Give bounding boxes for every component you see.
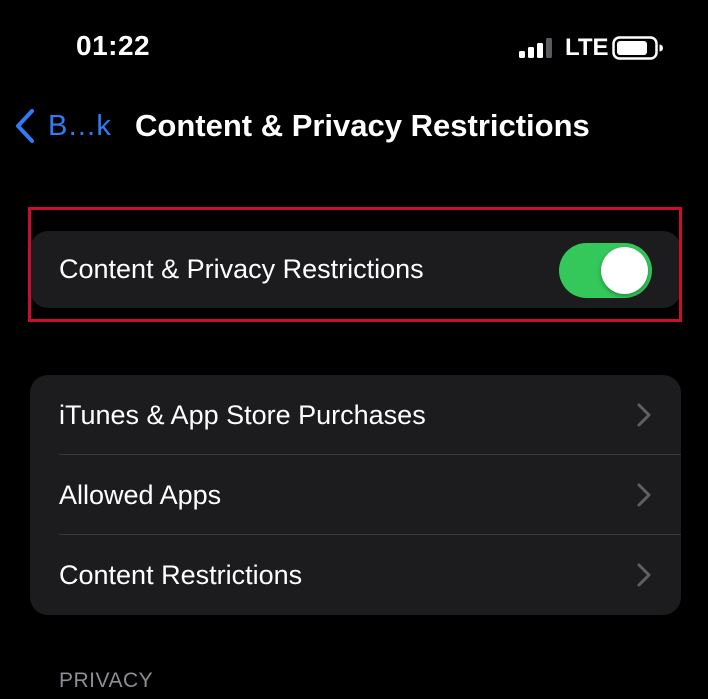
navigation-bar: B…k Content & Privacy Restrictions xyxy=(0,96,708,156)
back-button-label: B…k xyxy=(48,109,111,142)
chevron-right-icon xyxy=(637,403,651,427)
status-time: 01:22 xyxy=(76,30,151,61)
chevron-right-icon xyxy=(637,483,651,507)
cellular-signal-icon xyxy=(519,38,552,58)
list-item-itunes-app-store-purchases[interactable]: iTunes & App Store Purchases xyxy=(30,375,681,455)
section-header-privacy: PRIVACY xyxy=(59,669,154,692)
chevron-right-icon xyxy=(637,563,651,587)
highlight-annotation xyxy=(28,207,682,322)
network-type-label: LTE xyxy=(565,34,609,61)
list-item-label: iTunes & App Store Purchases xyxy=(59,399,426,430)
list-item-label: Content Restrictions xyxy=(59,559,303,590)
page-title: Content & Privacy Restrictions xyxy=(135,108,590,143)
list-item-content-restrictions[interactable]: Content Restrictions xyxy=(30,535,681,615)
status-bar: 01:22 LTE xyxy=(0,0,708,90)
list-item-allowed-apps[interactable]: Allowed Apps xyxy=(30,455,681,535)
back-button[interactable]: B…k xyxy=(14,104,111,148)
restrictions-settings-group: iTunes & App Store Purchases Allowed App… xyxy=(30,375,681,615)
list-item-label: Allowed Apps xyxy=(59,479,222,510)
battery-icon xyxy=(612,36,663,60)
chevron-left-icon xyxy=(16,109,34,143)
